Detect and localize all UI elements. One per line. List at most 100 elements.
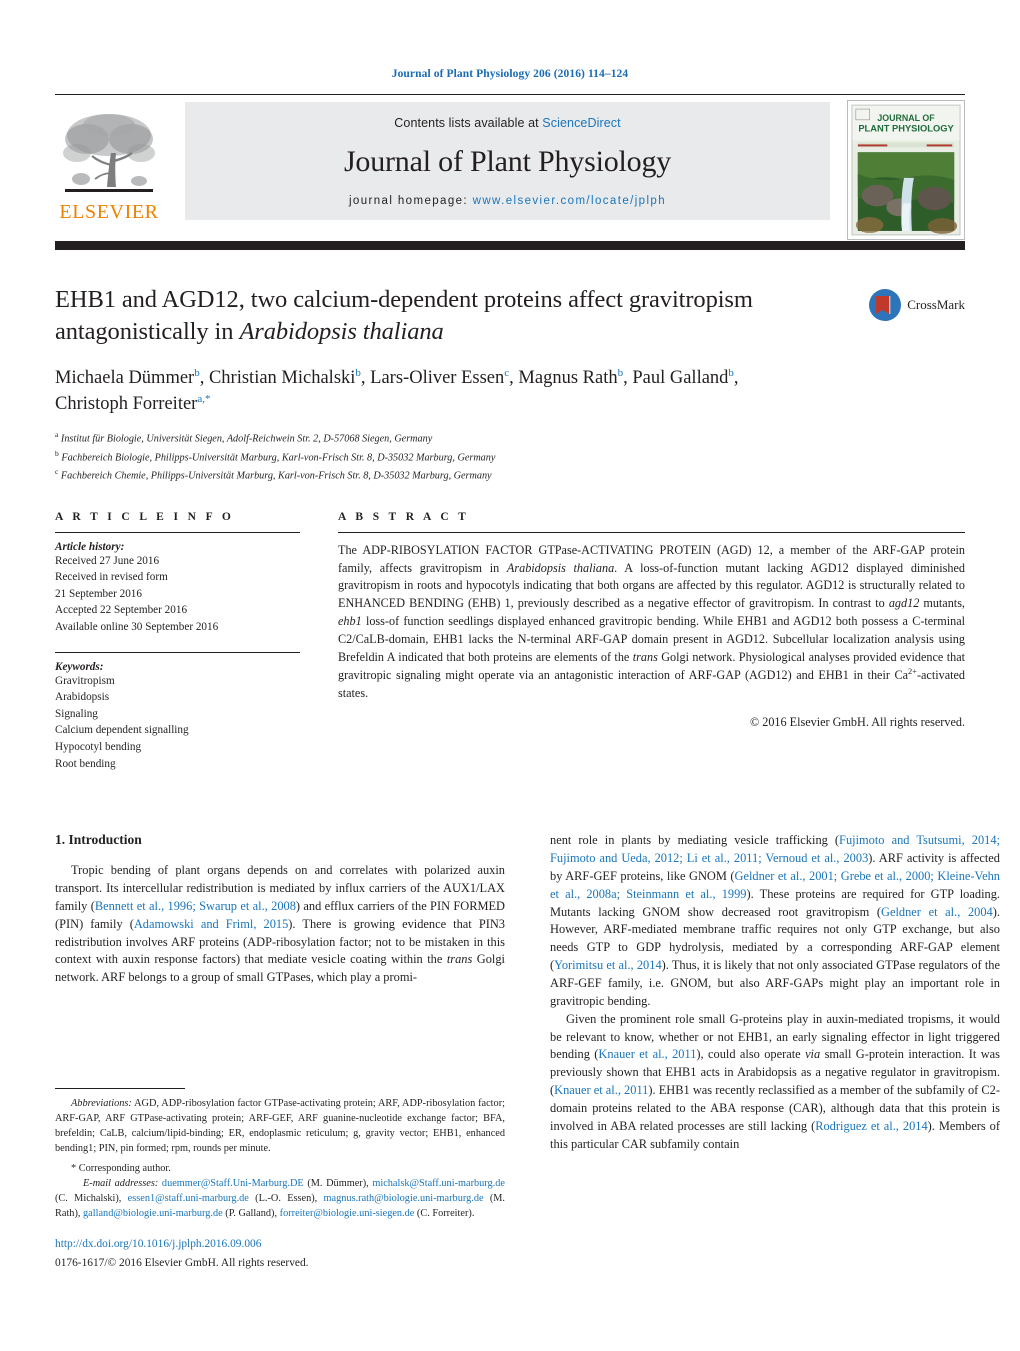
- body-column-left: 1. Introduction Tropic bending of plant …: [55, 832, 505, 1272]
- affiliation-marker: c: [55, 467, 59, 477]
- abstract-superscript: 2+: [908, 667, 917, 677]
- email-link[interactable]: galland@biologie.uni-marburg.de: [83, 1208, 223, 1219]
- abstract-text: The ADP-RIBOSYLATION FACTOR GTPase-ACTIV…: [338, 542, 965, 703]
- author-affiliation-marker: b: [728, 366, 734, 379]
- right-seg-a: nent role in plants by mediating vesicle…: [550, 833, 840, 848]
- email-link[interactable]: duemmer@Staff.Uni-Marburg.DE: [158, 1178, 304, 1189]
- author-name: Christoph Forreiter: [55, 393, 198, 414]
- affiliation-marker: a: [55, 430, 59, 440]
- citation-link-yorimitsu[interactable]: Yorimitsu et al., 2014: [554, 958, 662, 972]
- author-name: Lars-Oliver Essen: [370, 367, 505, 388]
- affiliation-marker: b: [55, 448, 59, 458]
- citation-link-adamowski[interactable]: Adamowski and Friml, 2015: [134, 917, 288, 931]
- info-abstract-region: A R T I C L E I N F O Article history: R…: [55, 511, 965, 772]
- history-line: 21 September 2016: [55, 587, 142, 600]
- abstract-italic-2: agd12: [888, 596, 920, 611]
- journal-article-page: Journal of Plant Physiology 206 (2016) 1…: [0, 0, 1020, 1351]
- abbreviations-note: Abbreviations: AGD, ADP-ribosylation fac…: [55, 1096, 505, 1156]
- journal-homepage-line: journal homepage: www.elsevier.com/locat…: [349, 195, 666, 207]
- crossmark-badge[interactable]: CrossMark: [868, 288, 965, 322]
- crossmark-label: CrossMark: [907, 297, 965, 312]
- abstract-column: A B S T R A C T The ADP-RIBOSYLATION FAC…: [338, 511, 965, 772]
- article-info-rule: [55, 531, 300, 533]
- keyword-line: Gravitropism: [55, 674, 115, 687]
- keyword-line: Arabidopsis: [55, 691, 110, 704]
- email-addresses-label: E-mail addresses:: [83, 1178, 159, 1190]
- history-line: Available online 30 September 2016: [55, 621, 219, 634]
- keywords-block: Keywords: Gravitropism Arabidopsis Signali…: [55, 651, 300, 772]
- abstract-italic-4: trans: [632, 649, 658, 664]
- email-link[interactable]: michalsk@Staff.uni-marburg.de: [372, 1178, 505, 1189]
- intro-paragraph-2: Given the prominent role small G-protein…: [550, 1011, 1000, 1154]
- homepage-label: journal homepage:: [348, 194, 473, 207]
- section-heading-introduction: 1. Introduction: [55, 832, 142, 848]
- abstract-rule: [338, 531, 965, 533]
- citation-link-bennett-swarup[interactable]: Bennett et al., 1996; Swarup et al., 200…: [95, 899, 296, 913]
- homepage-url-link[interactable]: www.elsevier.com/locate/jplph: [473, 195, 666, 207]
- body-columns: 1. Introduction Tropic bending of plant …: [55, 832, 1000, 1272]
- page-title: EHB1 and AGD12, two calcium-dependent pr…: [55, 284, 755, 348]
- intro-italic-trans: trans: [446, 952, 473, 967]
- footnote-region: Abbreviations: AGD, ADP-ribosylation fac…: [55, 1087, 505, 1272]
- journal-banner: Contents lists available at ScienceDirec…: [185, 102, 830, 220]
- contents-lists-prefix: Contents lists available at: [394, 115, 543, 130]
- affiliation-line: a Institut für Biologie, Universität Sie…: [55, 430, 433, 445]
- author-affiliation-marker: b: [355, 366, 361, 379]
- journal-title: Journal of Plant Physiology: [343, 144, 672, 178]
- citation-link-knauer-1[interactable]: Knauer et al., 2011: [598, 1047, 696, 1061]
- title-block: CrossMark EHB1 and AGD12, two calcium-de…: [55, 284, 965, 485]
- email-link[interactable]: magnus.rath@biologie.uni-marburg.de: [324, 1193, 484, 1204]
- body-column-right: nent role in plants by mediating vesicle…: [550, 832, 1000, 1272]
- title-text-italic: Arabidopsis thaliana: [239, 317, 444, 345]
- author-affiliation-marker: b: [617, 366, 624, 379]
- keywords-lines: Gravitropism Arabidopsis Signaling Calcium …: [55, 673, 300, 772]
- elsevier-tree-icon: [63, 114, 155, 192]
- right-italic-via: via: [805, 1047, 821, 1062]
- intro-paragraph-1: Tropic bending of plant organs depends o…: [55, 862, 505, 987]
- corresponding-author-note: * Corresponding author.: [71, 1163, 171, 1175]
- keywords-label: Keywords:: [55, 660, 104, 673]
- author-affiliation-marker: c: [504, 366, 510, 379]
- masthead-bottom-bar: [55, 241, 965, 250]
- history-line: Received 27 June 2016: [55, 554, 160, 567]
- citation-link-rodriguez[interactable]: Rodriguez et al., 2014: [815, 1119, 927, 1133]
- sciencedirect-link[interactable]: ScienceDirect: [542, 116, 620, 130]
- elsevier-wordmark: ELSEVIER: [59, 201, 159, 223]
- keyword-line: Root bending: [55, 757, 116, 770]
- running-head: Journal of Plant Physiology 206 (2016) 1…: [391, 68, 629, 80]
- article-history-lines: Received 27 June 2016 Received in revised…: [55, 553, 300, 636]
- affiliation-list: a Institut für Biologie, Universität Sie…: [55, 429, 965, 485]
- author-name: Michaela Dümmer: [55, 367, 195, 388]
- keyword-line: Calcium dependent signalling: [55, 724, 189, 737]
- author-name: Christian Michalski: [208, 367, 356, 388]
- right-seg-g: ), could also operate: [696, 1047, 806, 1062]
- abstract-seg-3: mutants,: [919, 596, 965, 611]
- citation-link-geldner-2004[interactable]: Geldner et al., 2004: [881, 905, 993, 919]
- doi-block: http://dx.doi.org/10.1016/j.jplph.2016.0…: [55, 1237, 505, 1272]
- svg-text:JOURNAL OF: JOURNAL OF: [877, 113, 935, 123]
- article-history-label: Article history:: [55, 540, 125, 553]
- article-info-heading: A R T I C L E I N F O: [55, 510, 235, 523]
- history-line: Accepted 22 September 2016: [55, 604, 188, 617]
- author-list: Michaela Dümmerb, Christian Michalskib, …: [55, 366, 739, 414]
- affiliation-line: b Fachbereich Biologie, Philipps-Univers…: [55, 448, 496, 464]
- journal-masthead: ELSEVIER Contents lists available at Sci…: [55, 94, 965, 250]
- article-info-column: A R T I C L E I N F O Article history: R…: [55, 511, 300, 772]
- journal-cover-image: JOURNAL OF PLANT PHYSIOLOGY: [848, 101, 964, 239]
- masthead-top-rule: [55, 94, 965, 95]
- journal-cover-thumbnail: JOURNAL OF PLANT PHYSIOLOGY: [847, 100, 965, 240]
- abstract-italic-1: Arabidopsis thaliana: [506, 560, 615, 575]
- crossmark-icon: [869, 289, 902, 321]
- abstract-italic-3: ehb1: [338, 613, 362, 628]
- svg-text:PLANT PHYSIOLOGY: PLANT PHYSIOLOGY: [858, 124, 954, 134]
- issn-copyright: 0176-1617/© 2016 Elsevier GmbH. All righ…: [55, 1257, 309, 1270]
- email-link[interactable]: forreiter@biologie.uni-siegen.de: [280, 1208, 415, 1219]
- email-link[interactable]: essen1@staff.uni-marburg.de: [128, 1193, 249, 1204]
- email-addresses-note: E-mail addresses: duemmer@Staff.Uni-Marb…: [55, 1176, 505, 1221]
- history-line: Received in revised form: [55, 571, 168, 584]
- abbreviations-label: Abbreviations:: [71, 1097, 132, 1109]
- abstract-copyright: © 2016 Elsevier GmbH. All rights reserve…: [749, 715, 965, 730]
- author-name: Paul Galland: [632, 367, 729, 388]
- citation-link-knauer-2[interactable]: Knauer et al., 2011: [554, 1083, 648, 1097]
- doi-link[interactable]: http://dx.doi.org/10.1016/j.jplph.2016.0…: [55, 1237, 505, 1253]
